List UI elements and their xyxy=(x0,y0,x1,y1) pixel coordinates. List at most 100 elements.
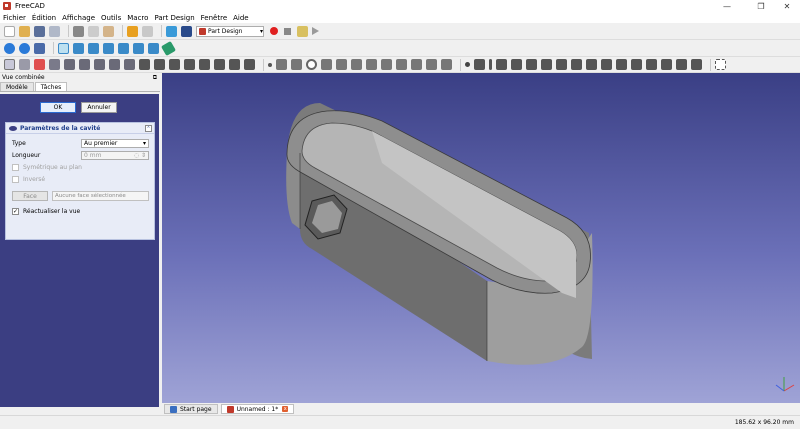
menu-edition[interactable]: Édition xyxy=(32,14,56,22)
constraint-point-on-object-icon[interactable] xyxy=(474,59,485,70)
reversed-checkbox[interactable] xyxy=(12,176,19,183)
symmetric-checkbox[interactable] xyxy=(12,164,19,171)
record-macro-icon[interactable] xyxy=(270,27,278,35)
draw-style-icon[interactable] xyxy=(34,42,45,54)
slot-icon[interactable] xyxy=(381,59,392,70)
tab-modele[interactable]: Modèle xyxy=(0,82,34,91)
menu-aide[interactable]: Aide xyxy=(233,14,248,22)
new-file-icon[interactable] xyxy=(4,25,15,37)
whats-this-icon[interactable] xyxy=(181,25,192,37)
create-body-icon[interactable] xyxy=(4,59,15,70)
constraint-vertical-distance-icon[interactable] xyxy=(616,59,627,70)
3d-viewport[interactable] xyxy=(162,73,800,403)
subtractive-loft-icon[interactable] xyxy=(199,59,210,70)
sweep-icon[interactable] xyxy=(109,59,120,70)
face-button[interactable]: Face xyxy=(12,191,48,201)
undo-icon[interactable] xyxy=(127,25,138,37)
tab-taches[interactable]: Tâches xyxy=(34,82,68,91)
symmetric-row[interactable]: Symétrique au plan xyxy=(12,164,82,171)
additive-box-icon[interactable] xyxy=(139,59,150,70)
subtractive-box-icon[interactable] xyxy=(244,59,255,70)
create-sketch-icon[interactable] xyxy=(19,59,30,70)
maximize-button[interactable]: ❐ xyxy=(748,0,774,12)
constraint-parallel-icon[interactable] xyxy=(511,59,522,70)
save-icon[interactable] xyxy=(34,25,45,37)
menu-macro[interactable]: Macro xyxy=(127,14,148,22)
length-input[interactable]: 0 mm ◌ ⇕ xyxy=(81,151,149,160)
view-isometric-icon[interactable] xyxy=(58,42,69,54)
collapse-icon[interactable]: ⌃ xyxy=(145,125,152,132)
constraint-lock-icon[interactable] xyxy=(586,59,597,70)
line-icon[interactable] xyxy=(276,59,287,70)
conic-icon[interactable] xyxy=(336,59,347,70)
refresh-view-checkbox[interactable]: ✓ xyxy=(12,208,19,215)
minimize-button[interactable]: — xyxy=(714,0,740,12)
extend-icon[interactable] xyxy=(426,59,437,70)
menu-part-design[interactable]: Part Design xyxy=(154,14,194,22)
constraint-tangent-icon[interactable] xyxy=(541,59,552,70)
workbench-selector[interactable]: Part Design ▾ xyxy=(196,25,264,37)
macro-editor-icon[interactable] xyxy=(297,25,308,37)
fit-all-icon[interactable] xyxy=(4,42,15,54)
type-dropdown[interactable]: Au premier ▾ xyxy=(81,139,149,148)
trim-icon[interactable] xyxy=(411,59,422,70)
run-macro-icon[interactable] xyxy=(312,27,319,35)
menu-fichier[interactable]: Fichier xyxy=(3,14,26,22)
circle-icon[interactable] xyxy=(306,59,317,70)
hole-icon[interactable] xyxy=(169,59,180,70)
constraint-symmetric-icon[interactable] xyxy=(571,59,582,70)
paste-icon[interactable] xyxy=(103,25,114,37)
refresh-view-row[interactable]: ✓ Réactualiser la vue xyxy=(12,208,80,215)
view-bottom-icon[interactable] xyxy=(133,42,144,54)
view-right-icon[interactable] xyxy=(103,42,114,54)
revolution-icon[interactable] xyxy=(79,59,90,70)
constraint-radius-icon[interactable] xyxy=(646,59,657,70)
validate-sketch-icon[interactable] xyxy=(34,59,45,70)
fillet-icon[interactable] xyxy=(396,59,407,70)
reversed-row[interactable]: Inversé xyxy=(12,176,45,183)
constraint-horizontal-icon[interactable] xyxy=(496,59,507,70)
point-icon[interactable] xyxy=(268,62,272,67)
pocket-icon[interactable] xyxy=(154,59,165,70)
arc-icon[interactable] xyxy=(321,59,332,70)
close-button[interactable]: ✕ xyxy=(774,0,800,12)
loft-icon[interactable] xyxy=(94,59,105,70)
map-sketch-icon[interactable] xyxy=(49,59,60,70)
close-tab-icon[interactable]: x xyxy=(282,406,289,412)
copy-icon[interactable] xyxy=(88,25,99,37)
polygon-icon[interactable] xyxy=(366,59,377,70)
menu-affichage[interactable]: Affichage xyxy=(62,14,95,22)
spinbox-icon[interactable]: ◌ ⇕ xyxy=(134,152,146,159)
measure-icon[interactable] xyxy=(160,40,177,56)
constraint-vertical-icon[interactable] xyxy=(489,59,492,70)
external-geometry-icon[interactable] xyxy=(441,59,452,70)
menu-fenetre[interactable]: Fenêtre xyxy=(201,14,227,22)
cut-icon[interactable] xyxy=(73,25,84,37)
ok-button[interactable]: OK xyxy=(40,102,76,113)
tab-start-page[interactable]: Start page xyxy=(164,404,218,414)
helix-icon[interactable] xyxy=(124,59,135,70)
undock-icon[interactable]: ⧉ xyxy=(153,74,157,82)
open-folder-icon[interactable] xyxy=(19,25,30,37)
menu-outils[interactable]: Outils xyxy=(101,14,121,22)
constraint-coincident-icon[interactable] xyxy=(465,62,470,67)
refresh-icon[interactable] xyxy=(166,25,177,37)
pad-icon[interactable] xyxy=(64,59,75,70)
redo-icon[interactable] xyxy=(142,25,153,37)
toggle-construction-icon[interactable] xyxy=(691,59,702,70)
3d-model-view[interactable] xyxy=(162,73,800,403)
constraint-angle-icon[interactable] xyxy=(661,59,672,70)
subtractive-pipe-icon[interactable] xyxy=(214,59,225,70)
view-left-icon[interactable] xyxy=(148,42,159,54)
subtractive-helix-icon[interactable] xyxy=(229,59,240,70)
stop-macro-icon[interactable] xyxy=(284,27,291,35)
constraint-distance-icon[interactable] xyxy=(631,59,642,70)
bspline-icon[interactable] xyxy=(351,59,362,70)
view-front-icon[interactable] xyxy=(73,42,84,54)
polyline-icon[interactable] xyxy=(291,59,302,70)
constraint-perpendicular-icon[interactable] xyxy=(526,59,537,70)
constraint-equal-icon[interactable] xyxy=(556,59,567,70)
groove-icon[interactable] xyxy=(184,59,195,70)
tab-unnamed[interactable]: Unnamed : 1* x xyxy=(220,404,295,414)
fit-selection-icon[interactable] xyxy=(19,42,30,54)
